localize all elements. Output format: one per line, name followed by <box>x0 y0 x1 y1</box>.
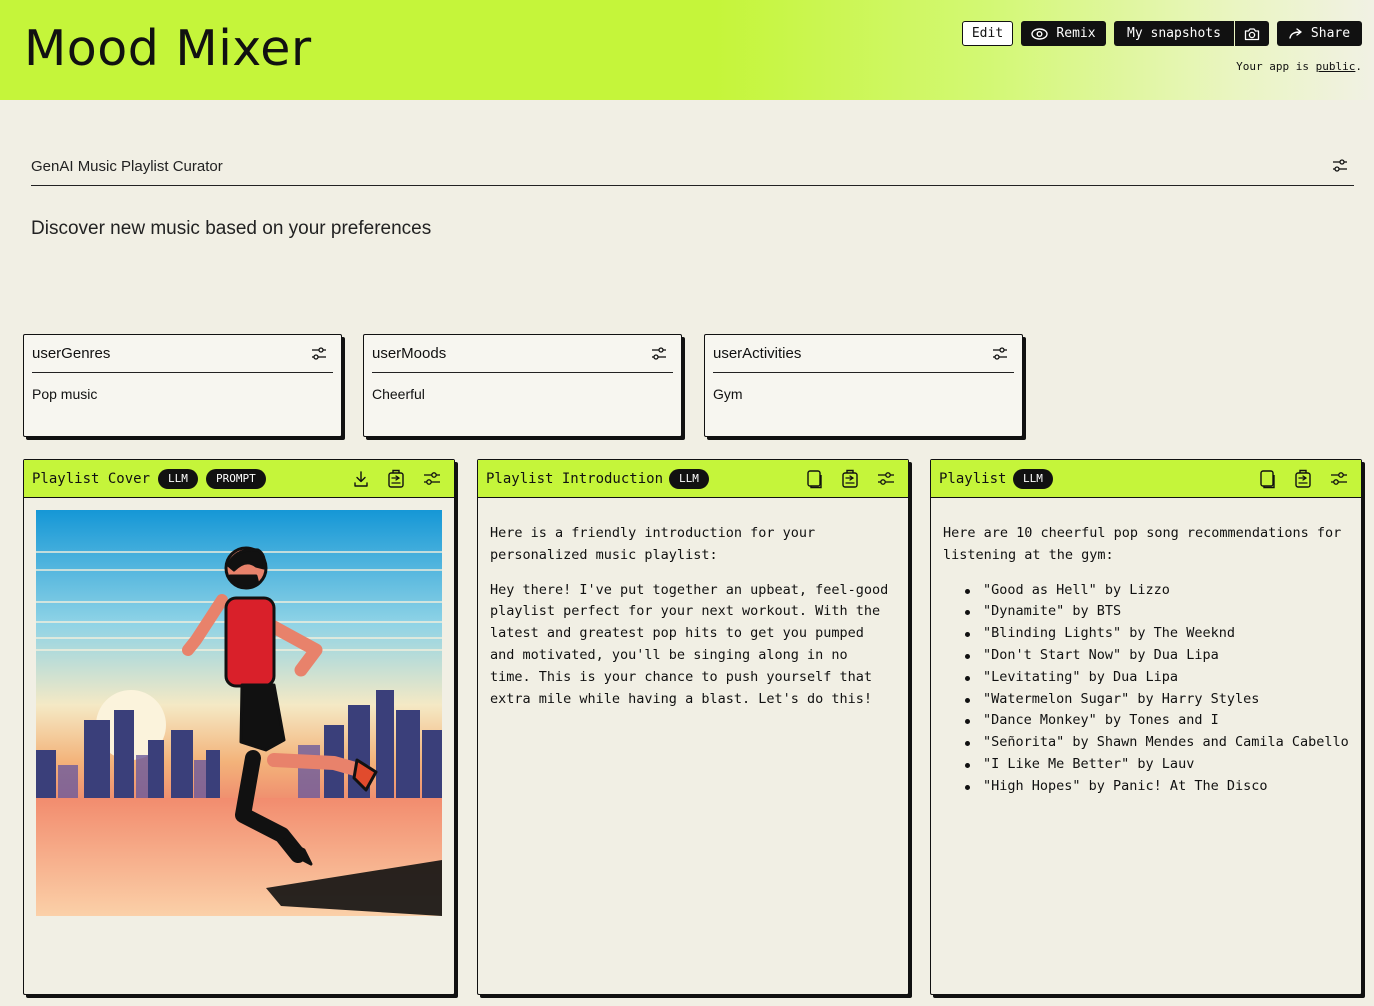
list-item: "Dynamite" by BTS <box>965 601 1349 623</box>
sliders-icon[interactable] <box>1329 469 1349 489</box>
download-icon[interactable] <box>351 469 371 489</box>
visibility-prefix: Your app is <box>1236 60 1309 73</box>
section-title: GenAI Music Playlist Curator <box>31 158 223 175</box>
share-button-label: Share <box>1310 26 1351 41</box>
list-item: "Good as Hell" by Lizzo <box>965 580 1349 602</box>
remix-button-label: Remix <box>1056 26 1096 41</box>
export-icon[interactable] <box>840 469 860 489</box>
visibility-suffix: . <box>1355 60 1362 73</box>
arrow-right-icon <box>1289 27 1303 40</box>
visibility-note: Your app is public. <box>1236 60 1362 73</box>
list-item: "High Hopes" by Panic! At The Disco <box>965 776 1349 798</box>
input-card-user-genres[interactable]: userGenres Pop music <box>23 334 342 437</box>
list-item: "Señorita" by Shawn Mendes and Camila Ca… <box>965 732 1349 754</box>
app-header: Mood Mixer Edit Remix My snapshots Share… <box>0 0 1374 100</box>
panel-content: Here are 10 cheerful pop song recommenda… <box>943 523 1349 798</box>
section-header: GenAI Music Playlist Curator <box>31 155 1354 186</box>
section-subtitle: Discover new music based on your prefere… <box>31 218 432 239</box>
list-item: "I Like Me Better" by Lauv <box>965 754 1349 776</box>
panel-header: Playlist Cover LLM PROMPT <box>24 460 454 498</box>
sliders-icon[interactable] <box>311 347 327 361</box>
copy-icon[interactable] <box>1257 469 1277 489</box>
llm-badge: LLM <box>158 469 198 489</box>
panel-header: Playlist Introduction LLM <box>478 460 908 498</box>
panel-title: Playlist Introduction <box>486 471 664 487</box>
playlist-cover-image <box>36 510 442 916</box>
prompt-badge[interactable]: PROMPT <box>206 469 266 489</box>
list-item: "Levitating" by Dua Lipa <box>965 667 1349 689</box>
divider <box>32 372 333 373</box>
intro-paragraph: Hey there! I've put together an upbeat, … <box>490 581 889 707</box>
divider <box>713 372 1014 373</box>
sliders-icon[interactable] <box>992 347 1008 361</box>
input-value[interactable]: Pop music <box>32 386 97 402</box>
llm-badge: LLM <box>669 469 709 489</box>
input-label: userMoods <box>372 345 447 362</box>
panel-playlist-introduction: Playlist Introduction LLM Here is a frie… <box>477 459 909 995</box>
camera-icon <box>1244 27 1260 41</box>
intro-paragraph: Here is a friendly introduction for your… <box>490 525 816 563</box>
list-item: "Watermelon Sugar" by Harry Styles <box>965 689 1349 711</box>
panel-playlist: Playlist LLM Here are 10 cheerful pop so… <box>930 459 1362 995</box>
my-snapshots-button[interactable]: My snapshots <box>1114 21 1234 46</box>
list-item: "Don't Start Now" by Dua Lipa <box>965 645 1349 667</box>
llm-badge: LLM <box>1013 469 1053 489</box>
panel-title: Playlist Cover <box>32 471 151 487</box>
input-value[interactable]: Cheerful <box>372 386 425 402</box>
input-card-user-moods[interactable]: userMoods Cheerful <box>363 334 682 437</box>
list-item: "Blinding Lights" by The Weeknd <box>965 623 1349 645</box>
app-title: Mood Mixer <box>24 20 312 77</box>
panel-content: Here is a friendly introduction for your… <box>490 523 896 723</box>
public-link[interactable]: public <box>1316 60 1356 73</box>
remix-button[interactable]: Remix <box>1021 21 1106 46</box>
sliders-icon[interactable] <box>422 469 442 489</box>
input-value[interactable]: Gym <box>713 386 743 402</box>
input-label: userActivities <box>713 345 802 362</box>
sliders-icon[interactable] <box>651 347 667 361</box>
sliders-icon[interactable] <box>1332 159 1348 173</box>
copy-icon[interactable] <box>804 469 824 489</box>
input-label: userGenres <box>32 345 111 362</box>
playlist-intro: Here are 10 cheerful pop song recommenda… <box>943 525 1342 563</box>
sliders-icon[interactable] <box>876 469 896 489</box>
export-icon[interactable] <box>386 469 406 489</box>
edit-button[interactable]: Edit <box>962 21 1013 46</box>
edit-button-label: Edit <box>971 26 1004 41</box>
list-item: "Dance Monkey" by Tones and I <box>965 710 1349 732</box>
share-button[interactable]: Share <box>1277 21 1362 46</box>
panel-header: Playlist LLM <box>931 460 1361 498</box>
export-icon[interactable] <box>1293 469 1313 489</box>
divider <box>372 372 673 373</box>
take-snapshot-button[interactable] <box>1235 21 1269 46</box>
input-card-user-activities[interactable]: userActivities Gym <box>704 334 1023 437</box>
eye-icon <box>1031 27 1049 40</box>
song-list: "Good as Hell" by Lizzo "Dynamite" by BT… <box>965 580 1349 798</box>
my-snapshots-label: My snapshots <box>1127 26 1221 41</box>
panel-title: Playlist <box>939 471 1007 487</box>
panel-playlist-cover: Playlist Cover LLM PROMPT <box>23 459 455 995</box>
